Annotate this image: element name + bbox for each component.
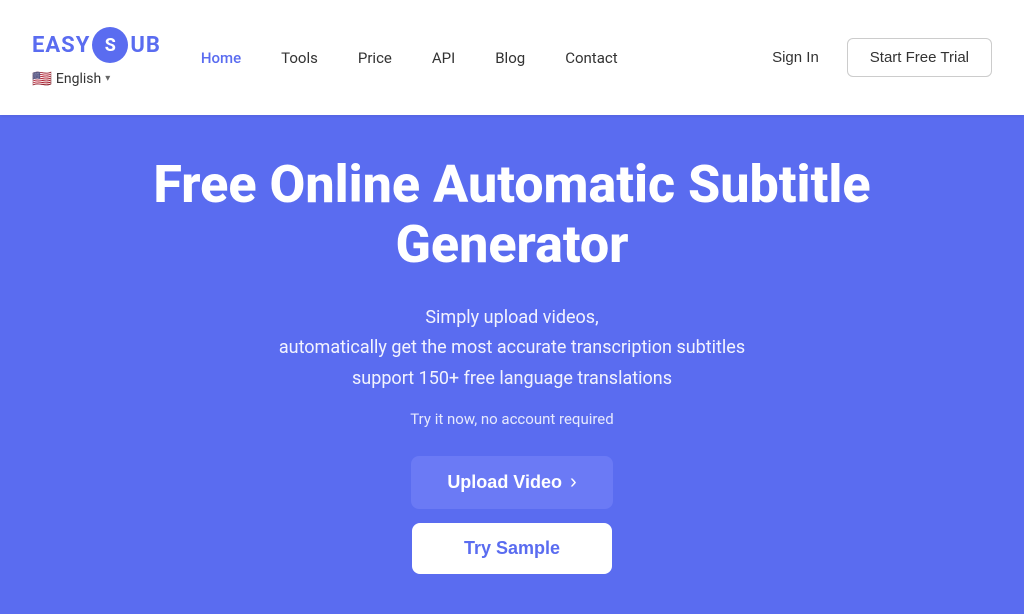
nav-item-api[interactable]: API [416,41,471,75]
hero-note: Try it now, no account required [410,410,613,428]
hero-section: Free Online Automatic Subtitle Generator… [0,115,1024,614]
logo-easy: EASY [32,33,90,58]
logo-icon: S [92,27,128,63]
hero-subtitle-line1: Simply upload videos, [425,307,598,328]
logo[interactable]: EASY S UB [32,27,161,63]
chevron-right-icon: › [570,471,577,494]
chevron-down-icon: ▾ [105,73,110,84]
upload-video-button[interactable]: Upload Video › [411,456,612,509]
header: EASY S UB 🇺🇸 English ▾ Home Tools Price … [0,0,1024,115]
hero-subtitle-line3: support 150+ free language translations [352,368,672,389]
nav-item-tools[interactable]: Tools [265,41,334,75]
logo-area: EASY S UB 🇺🇸 English ▾ [32,27,161,88]
nav-item-home[interactable]: Home [185,41,257,75]
logo-s-letter: S [105,35,116,56]
start-free-trial-button[interactable]: Start Free Trial [847,38,992,77]
logo-sub: UB [130,33,161,58]
language-label: English [56,71,101,87]
hero-subtitle: Simply upload videos, automatically get … [279,303,745,395]
signin-button[interactable]: Sign In [752,41,839,74]
try-sample-button[interactable]: Try Sample [412,523,612,574]
nav-item-price[interactable]: Price [342,41,408,75]
nav-item-contact[interactable]: Contact [549,41,633,75]
flag-icon: 🇺🇸 [32,69,52,88]
language-selector[interactable]: 🇺🇸 English ▾ [32,69,161,88]
hero-subtitle-line2: automatically get the most accurate tran… [279,337,745,358]
hero-button-row: Upload Video › Try Sample [411,456,612,574]
hero-title: Free Online Automatic Subtitle Generator [32,155,992,275]
nav-item-blog[interactable]: Blog [479,41,541,75]
main-nav: Home Tools Price API Blog Contact Sign I… [185,38,992,77]
upload-video-label: Upload Video [447,472,562,493]
